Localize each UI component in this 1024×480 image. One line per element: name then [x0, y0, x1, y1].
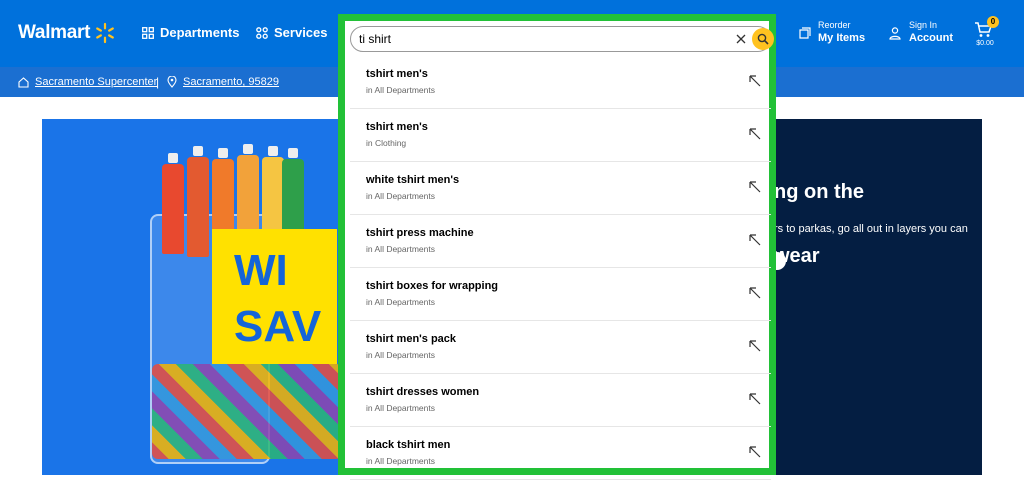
suggestion-item[interactable]: tshirt men's in Clothing — [350, 109, 771, 162]
suggestion-item[interactable]: tshirt men's pack in All Departments — [350, 321, 771, 374]
walmart-logo[interactable]: Walmart — [18, 22, 116, 44]
bottle-cap-image — [268, 146, 278, 156]
suggestion-category: in Clothing — [366, 138, 407, 148]
signin-big-label: Account — [909, 32, 953, 44]
suggestion-category: in All Departments — [366, 85, 435, 95]
suggestion-title: tshirt men's — [366, 68, 428, 80]
suggestion-category: in All Departments — [366, 456, 435, 466]
suggestion-category: in All Departments — [366, 350, 435, 360]
suggestion-title: black tshirt men — [366, 439, 451, 451]
toy-blocks-image — [152, 364, 342, 459]
location-pin-icon — [167, 76, 177, 88]
fill-query-arrow-icon[interactable] — [748, 445, 762, 459]
fill-query-arrow-icon[interactable] — [748, 233, 762, 247]
person-icon — [889, 26, 901, 40]
hero-subtitle-line-2: er. — [774, 253, 982, 269]
fill-query-arrow-icon[interactable] — [748, 339, 762, 353]
departments-label: Departments — [160, 25, 240, 40]
hero-title-line-1: ng on the — [774, 181, 864, 203]
logo-text: Walmart — [18, 22, 91, 43]
suggestion-item[interactable]: tshirt dresses women in All Departments — [350, 374, 771, 427]
search-dropdown: tshirt men'sin All Departmentstshirt men… — [338, 14, 776, 480]
separator: | — [156, 75, 160, 89]
fill-query-arrow-icon[interactable] — [748, 127, 762, 141]
bottle-cap-image — [193, 146, 203, 156]
reorder-small-label: Reorder — [818, 20, 851, 30]
store-link[interactable]: Sacramento Supercenter — [35, 76, 157, 88]
home-icon — [18, 76, 29, 88]
hero-subtitle-line-1: rs to parkas, go all out in layers you c… — [774, 223, 968, 235]
hero-subtitle: rs to parkas, go all out in layers you c… — [774, 205, 982, 285]
search-submit-button[interactable] — [752, 28, 774, 50]
suggestion-category: in All Departments — [366, 244, 435, 254]
signin-small-label: Sign In — [909, 20, 938, 30]
promo-sign-line-1: WI — [234, 246, 288, 295]
suggestion-category: in All Departments — [366, 191, 435, 201]
services-label: Services — [274, 25, 328, 40]
reorder-big-label: My Items — [818, 32, 866, 44]
services-button[interactable]: Services — [256, 25, 328, 40]
suggestion-title: tshirt men's pack — [366, 333, 457, 345]
suggestion-item[interactable]: black tshirt men in All Departments — [350, 427, 771, 480]
cart-button[interactable]: 0 $0.00 — [970, 16, 1000, 52]
services-icon — [256, 26, 268, 39]
departments-button[interactable]: Departments — [142, 25, 239, 40]
search-icon — [757, 33, 769, 45]
suggestion-item[interactable]: tshirt boxes for wrapping in All Departme… — [350, 268, 771, 321]
suggestion-item[interactable]: tshirt men's in All Departments — [350, 56, 771, 109]
cart-total: $0.00 — [976, 40, 994, 47]
spark-icon — [96, 22, 115, 44]
search-input[interactable] — [359, 30, 719, 48]
cart-count-badge: 0 — [987, 16, 999, 28]
fill-query-arrow-icon[interactable] — [748, 286, 762, 300]
suggestion-category: in All Departments — [366, 297, 435, 307]
promo-sign: WI SAV — [212, 229, 337, 364]
location-link[interactable]: Sacramento, 95829 — [183, 76, 279, 88]
fill-query-arrow-icon[interactable] — [748, 74, 762, 88]
promo-sign-line-2: SAV — [234, 302, 322, 351]
suggestion-list: tshirt men's in All Departments tshirt men… — [350, 56, 771, 480]
suggestion-title: white tshirt men's — [366, 174, 460, 186]
suggestion-title: tshirt dresses women — [366, 386, 480, 398]
bottle-cap-image — [243, 144, 253, 154]
reorder-icon — [799, 26, 811, 39]
suggestion-item[interactable]: white tshirt men's in All Departments — [350, 162, 771, 215]
suggestion-title: tshirt men's — [366, 121, 428, 133]
suggestion-title: tshirt boxes for wrapping — [366, 280, 499, 292]
grid-icon — [142, 26, 154, 39]
search-bar[interactable] — [350, 26, 774, 52]
paint-bottle-image — [162, 164, 184, 254]
clear-icon[interactable] — [734, 32, 748, 46]
bottle-cap-image — [218, 148, 228, 158]
suggestion-item[interactable]: tshirt press machine in All Departments — [350, 215, 771, 268]
location-selector[interactable]: Sacramento, 95829 — [167, 76, 279, 88]
bottle-cap-image — [168, 153, 178, 163]
fill-query-arrow-icon[interactable] — [748, 180, 762, 194]
store-selector[interactable]: Sacramento Supercenter — [18, 76, 157, 88]
reorder-button[interactable]: Reorder My Items — [797, 20, 865, 45]
suggestion-category: in All Departments — [366, 403, 435, 413]
suggestion-title: tshirt press machine — [366, 227, 474, 239]
paint-bottle-image — [187, 157, 209, 257]
fill-query-arrow-icon[interactable] — [748, 392, 762, 406]
bottle-cap-image — [288, 148, 298, 158]
account-button[interactable]: Sign In Account — [888, 20, 953, 45]
